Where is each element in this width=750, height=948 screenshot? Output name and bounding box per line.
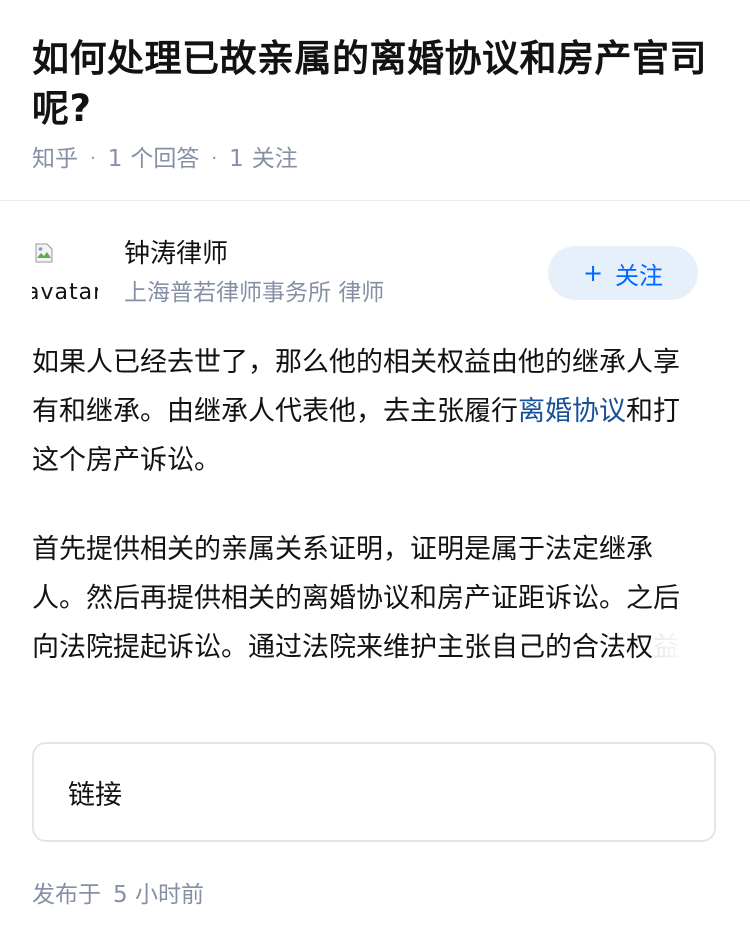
author-name[interactable]: 钟涛律师 — [124, 236, 228, 272]
plus-icon: + — [582, 259, 604, 287]
follow-button-label: 关注 — [615, 261, 664, 290]
answer-text: 首先提供相关的亲属关系证明，证明是属于法定继承人。然后再提供相关的离婚协议和房产… — [32, 534, 680, 663]
follow-button[interactable]: + 关注 — [548, 246, 698, 300]
separator-dot: · — [211, 148, 218, 169]
broken-image-icon — [35, 243, 53, 263]
source-label[interactable]: 知乎 — [32, 142, 78, 176]
follow-count: 1 — [229, 146, 244, 172]
answer-count: 1 — [107, 146, 123, 172]
publish-prefix: 发布于 — [32, 882, 101, 908]
author-row: avatar 钟涛律师 上海普若律师事务所 律师 + 关注 — [32, 234, 718, 314]
divorce-agreement-link[interactable]: 离婚协议 — [518, 396, 626, 427]
link-card-label: 链接 — [68, 779, 122, 811]
divider — [0, 200, 750, 201]
truncated-text-fade: 益 — [653, 632, 680, 663]
avatar[interactable]: avatar — [32, 240, 98, 306]
answer-paragraph: 如果人已经去世了，那么他的相关权益由他的继承人享有和继承。由继承人代表他，去主张… — [32, 338, 702, 485]
question-title: 如何处理已故亲属的离婚协议和房产官司呢? — [32, 37, 707, 130]
avatar-alt-text: avatar — [32, 280, 98, 305]
follow-count-label: 关注 — [251, 146, 298, 172]
answer-content: 如果人已经去世了，那么他的相关权益由他的继承人享有和继承。由继承人代表他，去主张… — [32, 338, 702, 672]
publish-info: 发布于 5 小时前 — [32, 878, 204, 912]
link-card[interactable]: 链接 — [32, 742, 716, 842]
publish-time: 5 小时前 — [113, 882, 204, 908]
question-meta: 知乎 · 1 个回答 · 1 关注 — [32, 142, 298, 176]
answer-count-label: 个回答 — [130, 146, 200, 172]
separator-dot: · — [90, 148, 96, 169]
answer-paragraph: 首先提供相关的亲属关系证明，证明是属于法定继承人。然后再提供相关的离婚协议和房产… — [32, 525, 702, 672]
author-bio: 上海普若律师事务所 律师 — [124, 280, 385, 306]
